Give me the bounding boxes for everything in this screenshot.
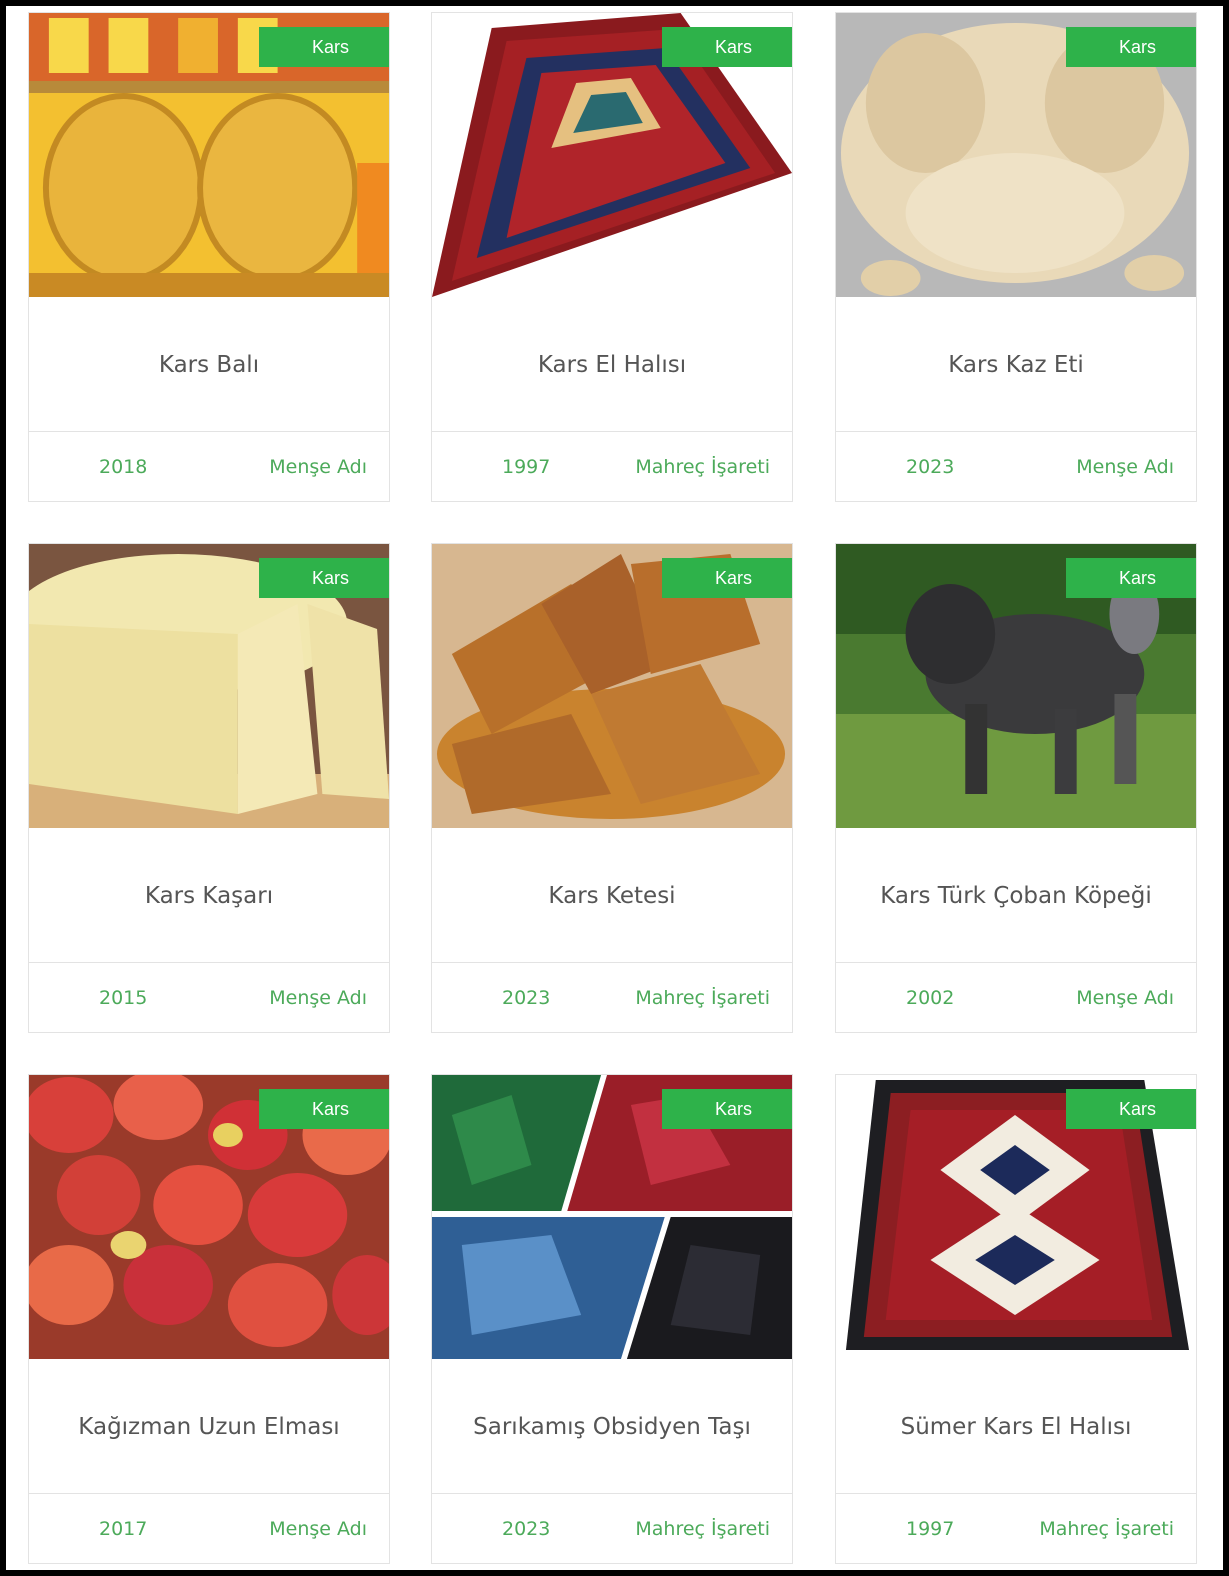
- product-title[interactable]: Sümer Kars El Halısı: [836, 1359, 1196, 1495]
- product-title[interactable]: Kars El Halısı: [432, 297, 792, 433]
- product-title[interactable]: Kars Kaşarı: [29, 828, 389, 964]
- region-ribbon: Kars: [662, 27, 792, 67]
- honeycomb-image: Kars: [29, 13, 389, 297]
- region-ribbon: Kars: [662, 558, 792, 598]
- registration-year: 1997: [502, 456, 551, 478]
- card-footer: 2002 Menşe Adı: [836, 962, 1196, 1032]
- registration-year: 2018: [99, 456, 148, 478]
- region-ribbon: Kars: [1066, 27, 1196, 67]
- registration-year: 2017: [99, 1518, 148, 1540]
- apples-image: Kars: [29, 1075, 389, 1359]
- product-title[interactable]: Kars Balı: [29, 297, 389, 433]
- cheese-image: Kars: [29, 544, 389, 828]
- product-card[interactable]: Kars Kars Kaşarı 2015 Menşe Adı: [28, 543, 390, 1033]
- product-title[interactable]: Sarıkamış Obsidyen Taşı: [432, 1359, 792, 1495]
- carpet-image: Kars: [432, 13, 792, 297]
- page-frame: Kars Kars Balı 2018 Menşe Adı Kars Kars …: [0, 0, 1229, 1576]
- card-footer: 2023 Mahreç İşareti: [432, 962, 792, 1032]
- product-card[interactable]: Kars Sümer Kars El Halısı 1997 Mahreç İş…: [835, 1074, 1197, 1564]
- registration-year: 2002: [906, 987, 955, 1009]
- indication-type: Menşe Adı: [269, 987, 367, 1009]
- product-card[interactable]: Kars Kars Ketesi 2023 Mahreç İşareti: [431, 543, 793, 1033]
- product-card[interactable]: Kars Sarıkamış Obsidyen Taşı 2023 Mahreç…: [431, 1074, 793, 1564]
- registration-year: 1997: [906, 1518, 955, 1540]
- card-footer: 2023 Menşe Adı: [836, 431, 1196, 501]
- indication-type: Mahreç İşareti: [1039, 1518, 1174, 1540]
- shepherd-dog-image: Kars: [836, 544, 1196, 828]
- indication-type: Menşe Adı: [269, 456, 367, 478]
- product-title[interactable]: Kağızman Uzun Elması: [29, 1359, 389, 1495]
- sumer-carpet-image: Kars: [836, 1075, 1196, 1359]
- indication-type: Menşe Adı: [1076, 987, 1174, 1009]
- indication-type: Mahreç İşareti: [635, 456, 770, 478]
- product-title[interactable]: Kars Kaz Eti: [836, 297, 1196, 433]
- registration-year: 2015: [99, 987, 148, 1009]
- product-card[interactable]: Kars Kağızman Uzun Elması 2017 Menşe Adı: [28, 1074, 390, 1564]
- region-ribbon: Kars: [259, 1089, 389, 1129]
- indication-type: Mahreç İşareti: [635, 987, 770, 1009]
- registration-year: 2023: [906, 456, 955, 478]
- product-card[interactable]: Kars Kars El Halısı 1997 Mahreç İşareti: [431, 12, 793, 502]
- region-ribbon: Kars: [259, 558, 389, 598]
- card-footer: 2018 Menşe Adı: [29, 431, 389, 501]
- indication-type: Mahreç İşareti: [635, 1518, 770, 1540]
- card-footer: 2015 Menşe Adı: [29, 962, 389, 1032]
- indication-type: Menşe Adı: [269, 1518, 367, 1540]
- product-title[interactable]: Kars Türk Çoban Köpeği: [836, 828, 1196, 964]
- region-ribbon: Kars: [1066, 1089, 1196, 1129]
- product-card[interactable]: Kars Kars Türk Çoban Köpeği 2002 Menşe A…: [835, 543, 1197, 1033]
- indication-type: Menşe Adı: [1076, 456, 1174, 478]
- region-ribbon: Kars: [259, 27, 389, 67]
- obsidian-image: Kars: [432, 1075, 792, 1359]
- card-footer: 1997 Mahreç İşareti: [432, 431, 792, 501]
- goose-meat-image: Kars: [836, 13, 1196, 297]
- card-footer: 1997 Mahreç İşareti: [836, 1493, 1196, 1563]
- region-ribbon: Kars: [662, 1089, 792, 1129]
- pastry-image: Kars: [432, 544, 792, 828]
- registration-year: 2023: [502, 1518, 551, 1540]
- product-card[interactable]: Kars Kars Kaz Eti 2023 Menşe Adı: [835, 12, 1197, 502]
- card-footer: 2023 Mahreç İşareti: [432, 1493, 792, 1563]
- product-card[interactable]: Kars Kars Balı 2018 Menşe Adı: [28, 12, 390, 502]
- product-title[interactable]: Kars Ketesi: [432, 828, 792, 964]
- region-ribbon: Kars: [1066, 558, 1196, 598]
- card-footer: 2017 Menşe Adı: [29, 1493, 389, 1563]
- registration-year: 2023: [502, 987, 551, 1009]
